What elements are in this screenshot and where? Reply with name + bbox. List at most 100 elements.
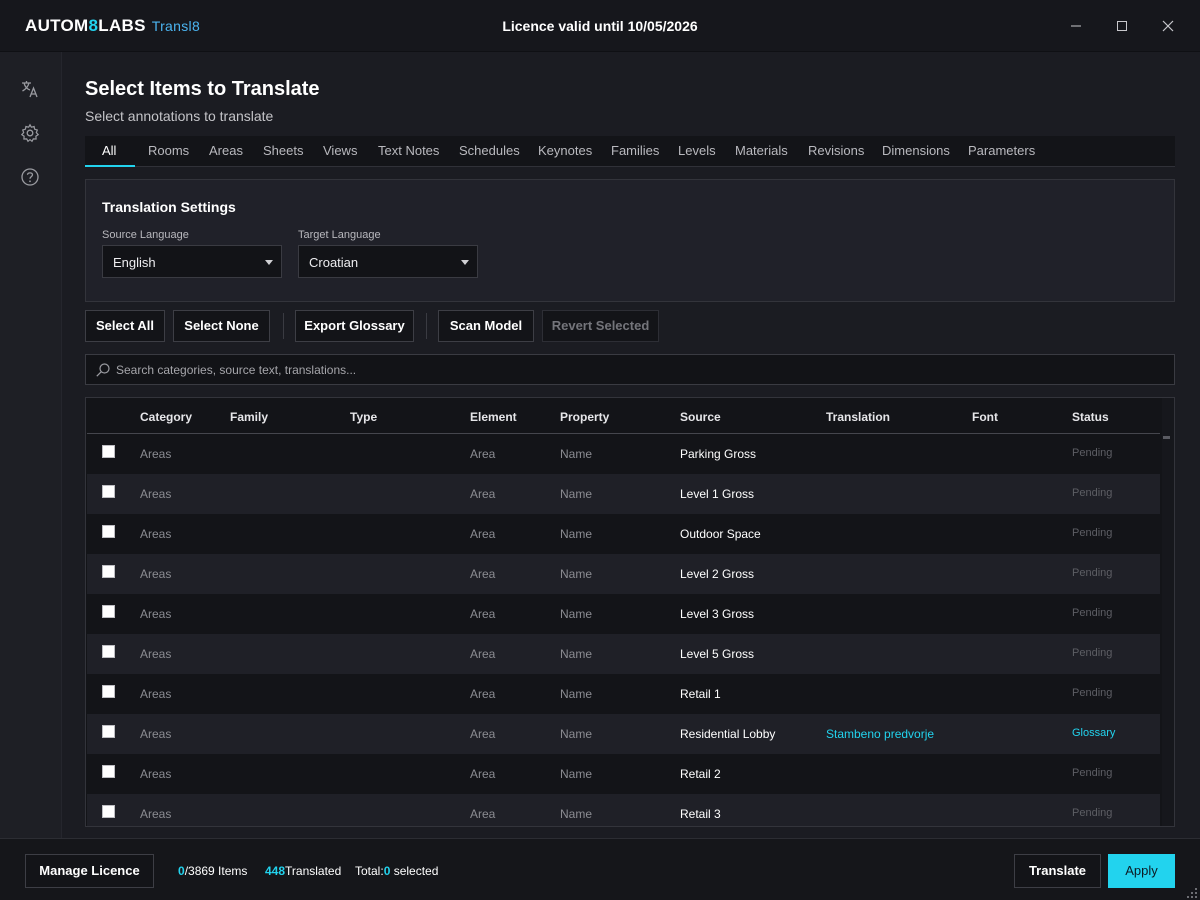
footer-bar: Manage Licence 0/3869 Items 448Translate…	[0, 838, 1200, 900]
cell-category: Areas	[140, 527, 172, 541]
tab-levels[interactable]: Levels	[678, 143, 716, 158]
row-checkbox[interactable]	[102, 805, 115, 818]
table-row[interactable]: Areas Area Name Retail 1 Pending	[87, 674, 1160, 714]
column-header-family[interactable]: Family	[230, 410, 268, 424]
column-header-status[interactable]: Status	[1072, 410, 1109, 424]
table-row[interactable]: Areas Area Name Level 2 Gross Pending	[87, 554, 1160, 594]
cell-status: Pending	[1072, 487, 1113, 499]
search-input[interactable]	[116, 355, 1166, 384]
column-header-element[interactable]: Element	[470, 410, 517, 424]
select-all-button[interactable]: Select All	[85, 310, 165, 342]
table-row[interactable]: Areas Area Name Level 5 Gross Pending	[87, 634, 1160, 674]
tab-materials[interactable]: Materials	[735, 143, 788, 158]
row-checkbox[interactable]	[102, 445, 115, 458]
table-row[interactable]: Areas Area Name Residential Lobby Stambeno p…	[87, 714, 1160, 754]
tab-parameters[interactable]: Parameters	[968, 143, 1035, 158]
search-bar	[85, 354, 1175, 385]
table-row[interactable]: Areas Area Name Level 1 Gross Pending	[87, 474, 1160, 514]
translate-icon	[22, 81, 38, 98]
row-checkbox[interactable]	[102, 485, 115, 498]
translated-label: Translated	[285, 864, 342, 878]
sidebar-item-settings[interactable]	[20, 123, 42, 145]
table-scrollbar[interactable]	[1162, 398, 1174, 826]
maximize-button[interactable]	[1104, 8, 1140, 44]
cell-category: Areas	[140, 487, 172, 501]
column-header-property[interactable]: Property	[560, 410, 609, 424]
row-checkbox[interactable]	[102, 685, 115, 698]
sidebar-item-translate[interactable]	[20, 79, 42, 101]
cell-category: Areas	[140, 607, 172, 621]
title-bar: AUTOM8LABS Transl8 Licence valid until 10…	[0, 0, 1200, 52]
row-checkbox[interactable]	[102, 765, 115, 778]
cell-status: Pending	[1072, 567, 1113, 579]
apply-button[interactable]: Apply	[1108, 854, 1175, 888]
source-language-select[interactable]: English	[102, 245, 282, 278]
translate-button[interactable]: Translate	[1014, 854, 1101, 888]
cell-element: Area	[470, 767, 496, 781]
sidebar-item-help[interactable]	[20, 167, 42, 189]
maximize-icon	[1117, 21, 1127, 31]
cell-element: Area	[470, 527, 496, 541]
selected-items-count: 0	[178, 864, 185, 878]
table-row[interactable]: Areas Area Name Level 3 Gross Pending	[87, 594, 1160, 634]
cell-source: Retail 1	[680, 687, 721, 701]
column-header-translation[interactable]: Translation	[826, 410, 890, 424]
revert-selected-button[interactable]: Revert Selected	[542, 310, 659, 342]
row-checkbox[interactable]	[102, 525, 115, 538]
total-label: Total:	[355, 864, 384, 878]
tab-areas[interactable]: Areas	[209, 143, 243, 158]
cell-element: Area	[470, 807, 496, 821]
app-logo: AUTOM8LABS Transl8	[25, 16, 200, 36]
cell-property: Name	[560, 607, 593, 621]
manage-licence-button[interactable]: Manage Licence	[25, 854, 154, 888]
page-subtitle: Select annotations to translate	[85, 108, 274, 124]
tab-sheets[interactable]: Sheets	[263, 143, 303, 158]
cell-category: Areas	[140, 447, 172, 461]
cell-element: Area	[470, 687, 496, 701]
scrollbar-thumb[interactable]	[1163, 436, 1170, 439]
table-row[interactable]: Areas Area Name Retail 3 Pending	[87, 794, 1160, 826]
target-language-select[interactable]: Croatian	[298, 245, 478, 278]
tab-dimensions[interactable]: Dimensions	[882, 143, 950, 158]
tab-schedules[interactable]: Schedules	[459, 143, 520, 158]
search-icon	[96, 363, 110, 377]
select-none-button[interactable]: Select None	[173, 310, 270, 342]
tab-all[interactable]: All	[102, 143, 116, 158]
cell-status: Pending	[1072, 607, 1113, 619]
row-checkbox[interactable]	[102, 725, 115, 738]
table-row[interactable]: Areas Area Name Outdoor Space Pending	[87, 514, 1160, 554]
column-header-category[interactable]: Category	[140, 410, 192, 424]
cell-property: Name	[560, 807, 593, 821]
help-icon	[21, 168, 39, 186]
cell-status: Pending	[1072, 687, 1113, 699]
row-checkbox[interactable]	[102, 605, 115, 618]
cell-property: Name	[560, 447, 593, 461]
column-header-font[interactable]: Font	[972, 410, 998, 424]
table-row[interactable]: Areas Area Name Retail 2 Pending	[87, 754, 1160, 794]
export-glossary-button[interactable]: Export Glossary	[295, 310, 414, 342]
column-header-type[interactable]: Type	[350, 410, 377, 424]
cell-property: Name	[560, 647, 593, 661]
table-row[interactable]: Areas Area Name Parking Gross Pending	[87, 434, 1160, 474]
tab-keynotes[interactable]: Keynotes	[538, 143, 592, 158]
minimize-button[interactable]	[1058, 8, 1094, 44]
cell-status: Pending	[1072, 807, 1113, 819]
scan-model-button[interactable]: Scan Model	[438, 310, 534, 342]
close-button[interactable]	[1150, 8, 1186, 44]
tab-families[interactable]: Families	[611, 143, 659, 158]
cell-source: Level 2 Gross	[680, 567, 755, 581]
cell-status: Pending	[1072, 527, 1113, 539]
tab-rooms[interactable]: Rooms	[148, 143, 189, 158]
row-checkbox[interactable]	[102, 645, 115, 658]
toolbar-divider	[426, 313, 427, 339]
page-title: Select Items to Translate	[85, 78, 320, 100]
column-header-source[interactable]: Source	[680, 410, 721, 424]
cell-source: Retail 3	[680, 807, 721, 821]
resize-grip-icon[interactable]	[1186, 887, 1198, 899]
tab-revisions[interactable]: Revisions	[808, 143, 864, 158]
source-language-label: Source Language	[102, 229, 189, 241]
row-checkbox[interactable]	[102, 565, 115, 578]
tab-text-notes[interactable]: Text Notes	[378, 143, 439, 158]
cell-property: Name	[560, 487, 593, 501]
tab-views[interactable]: Views	[323, 143, 357, 158]
